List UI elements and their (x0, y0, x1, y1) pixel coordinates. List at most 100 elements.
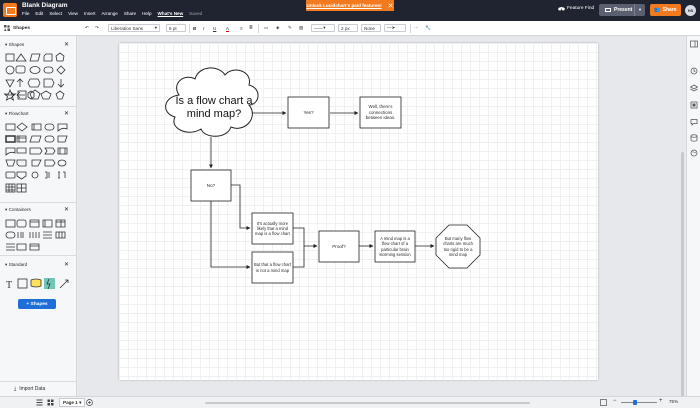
connector-likely-proof[interactable] (293, 227, 318, 248)
standard-shapes-row[interactable]: T (3, 277, 75, 291)
zoom-in-icon[interactable]: + (659, 398, 663, 404)
text-color-icon[interactable]: A (226, 24, 229, 32)
line-width-select[interactable]: 2 px (338, 24, 358, 32)
chevron-down-icon[interactable]: ▼ (634, 4, 645, 16)
section-divider (0, 255, 77, 256)
close-icon[interactable]: ✕ (64, 206, 69, 213)
menu-edit[interactable]: Edit (35, 11, 43, 16)
add-page-icon[interactable] (86, 399, 93, 406)
section-flowchart-header[interactable]: ▾ Flowchart ✕ (0, 109, 77, 118)
history-icon[interactable] (690, 67, 698, 75)
svg-text:T: T (6, 280, 12, 291)
line-color-icon[interactable]: ✎ (288, 24, 292, 32)
menu-view[interactable]: View (68, 11, 78, 16)
menu-whats-new[interactable]: What's New (158, 11, 184, 16)
unlock-banner[interactable]: Unlock Lucidchart's paid features! ✕ (306, 0, 394, 11)
share-users-icon: 👥 (654, 7, 661, 13)
connector-no-notmindmap[interactable] (210, 201, 251, 269)
arrow-end-icon: —➤ (387, 25, 396, 30)
horizontal-scrollbar[interactable] (205, 402, 530, 404)
theme-icon[interactable] (690, 149, 698, 157)
present-label: Present (614, 7, 633, 13)
menu-file[interactable]: File (22, 11, 29, 16)
wrench-icon[interactable]: 🔧 (425, 24, 431, 32)
avatar[interactable]: HS (685, 5, 696, 16)
font-select[interactable]: Liberation Sans ▾ (108, 24, 160, 32)
close-icon[interactable]: ✕ (388, 2, 394, 10)
connector-notmindmap-proof[interactable] (293, 246, 305, 268)
undo-icon[interactable]: ↶ (85, 24, 89, 32)
rigid-text: But many flow charts are much too rigid … (442, 236, 474, 257)
bold-icon[interactable]: B (193, 24, 196, 32)
unlock-link[interactable]: Unlock Lucidchart's paid features! (307, 3, 382, 8)
lucidchart-logo-icon[interactable] (3, 3, 17, 17)
brainstorm-text: A mind map is a flow chart of a particul… (379, 236, 411, 257)
align-left-icon[interactable]: ≡ (240, 24, 243, 32)
font-size-select[interactable]: 6 pt (166, 24, 186, 32)
shapes-panel-toggle[interactable]: Shapes (4, 25, 30, 31)
share-button[interactable]: 👥 Share (650, 4, 681, 16)
more-options-icon[interactable]: ⋯ (414, 24, 419, 32)
section-containers-header[interactable]: ▾ Containers ✕ (0, 205, 77, 214)
section-standard-header[interactable]: ▾ Standard ✕ (0, 260, 77, 269)
canvas-area[interactable]: Is a flow chart a mind map? Yes? Well, t… (78, 36, 685, 396)
feature-find-label: Feature Find (567, 6, 595, 11)
shapes-label: Shapes (13, 25, 31, 31)
menu-arrange[interactable]: Arrange (101, 11, 117, 16)
yes-text-wrap: Yes? (303, 110, 313, 115)
shadow-icon[interactable]: ▨ (299, 24, 303, 32)
share-label: Share (662, 7, 677, 13)
cloud-text: Is a flow chart a mind map? (175, 95, 253, 120)
star-and-pentagon-shapes[interactable] (3, 89, 43, 101)
feature-find-button[interactable]: Feature Find (558, 6, 594, 11)
line-style-select[interactable]: —— ▾ (311, 24, 335, 32)
vertical-scrollbar[interactable] (681, 152, 684, 397)
present-button[interactable]: Present ▼ (599, 4, 645, 16)
chevron-down-icon[interactable]: ▾ (78, 400, 81, 406)
page-tab[interactable]: Page 1 ▾ (59, 398, 86, 407)
align-options-icon[interactable]: ≣ (249, 24, 253, 32)
line-style-preview-icon: —— (314, 25, 324, 31)
import-data-button[interactable]: ⤓ Import Data (0, 381, 77, 395)
format-panel-icon[interactable] (690, 40, 698, 48)
fit-page-icon[interactable] (600, 399, 607, 406)
menu-help[interactable]: Help (142, 11, 151, 16)
brainstorm-text-wrap: A mind map is a flow chart of a particul… (379, 236, 411, 257)
zoom-level[interactable]: 75% (669, 399, 678, 404)
bottom-bar: Page 1 ▾ − + 75% (0, 396, 700, 408)
add-shapes-button[interactable]: + Shapes (18, 299, 56, 309)
connector-no-likely[interactable] (231, 184, 251, 230)
container-shapes-grid[interactable] (3, 217, 75, 253)
save-status: Saved (189, 11, 203, 16)
redo-icon[interactable]: ↷ (95, 24, 99, 32)
grid-view-icon[interactable] (47, 399, 54, 406)
italic-icon[interactable]: I (203, 24, 204, 32)
data-link-icon[interactable] (690, 134, 698, 142)
layers-icon[interactable] (690, 84, 698, 92)
underline-icon[interactable]: U (213, 24, 216, 32)
rigid-text-wrap: But many flow charts are much too rigid … (442, 236, 474, 257)
line-start-value: None (364, 25, 375, 31)
zoom-slider[interactable] (621, 402, 657, 403)
close-icon[interactable]: ✕ (64, 261, 69, 268)
flowchart-shapes-grid[interactable] (3, 120, 75, 198)
line-start-select[interactable]: None (361, 24, 381, 32)
page-settings-icon[interactable] (690, 101, 698, 109)
section-shapes-header[interactable]: ▾ Shapes ✕ (0, 40, 77, 49)
menu-select[interactable]: Select (49, 11, 62, 16)
zoom-out-icon[interactable]: − (613, 398, 617, 404)
fill-color-icon[interactable]: ◈ (276, 24, 280, 32)
list-view-icon[interactable] (36, 399, 43, 406)
close-icon[interactable]: ✕ (64, 41, 69, 48)
document-title[interactable]: Blank Diagram (22, 2, 68, 9)
comments-icon[interactable] (690, 118, 698, 126)
line-end-select[interactable]: —➤ (384, 24, 406, 32)
diagram-page[interactable]: Is a flow chart a mind map? Yes? Well, t… (119, 43, 598, 380)
toolbar-divider (410, 24, 411, 33)
diagram-svg[interactable]: Is a flow chart a mind map? Yes? Well, t… (119, 43, 598, 380)
menu-share[interactable]: Share (124, 11, 136, 16)
close-icon[interactable]: ✕ (64, 110, 69, 117)
container-icon[interactable]: ▭ (264, 24, 268, 32)
zoom-slider-handle[interactable] (633, 400, 637, 405)
menu-insert[interactable]: Insert (84, 11, 96, 16)
